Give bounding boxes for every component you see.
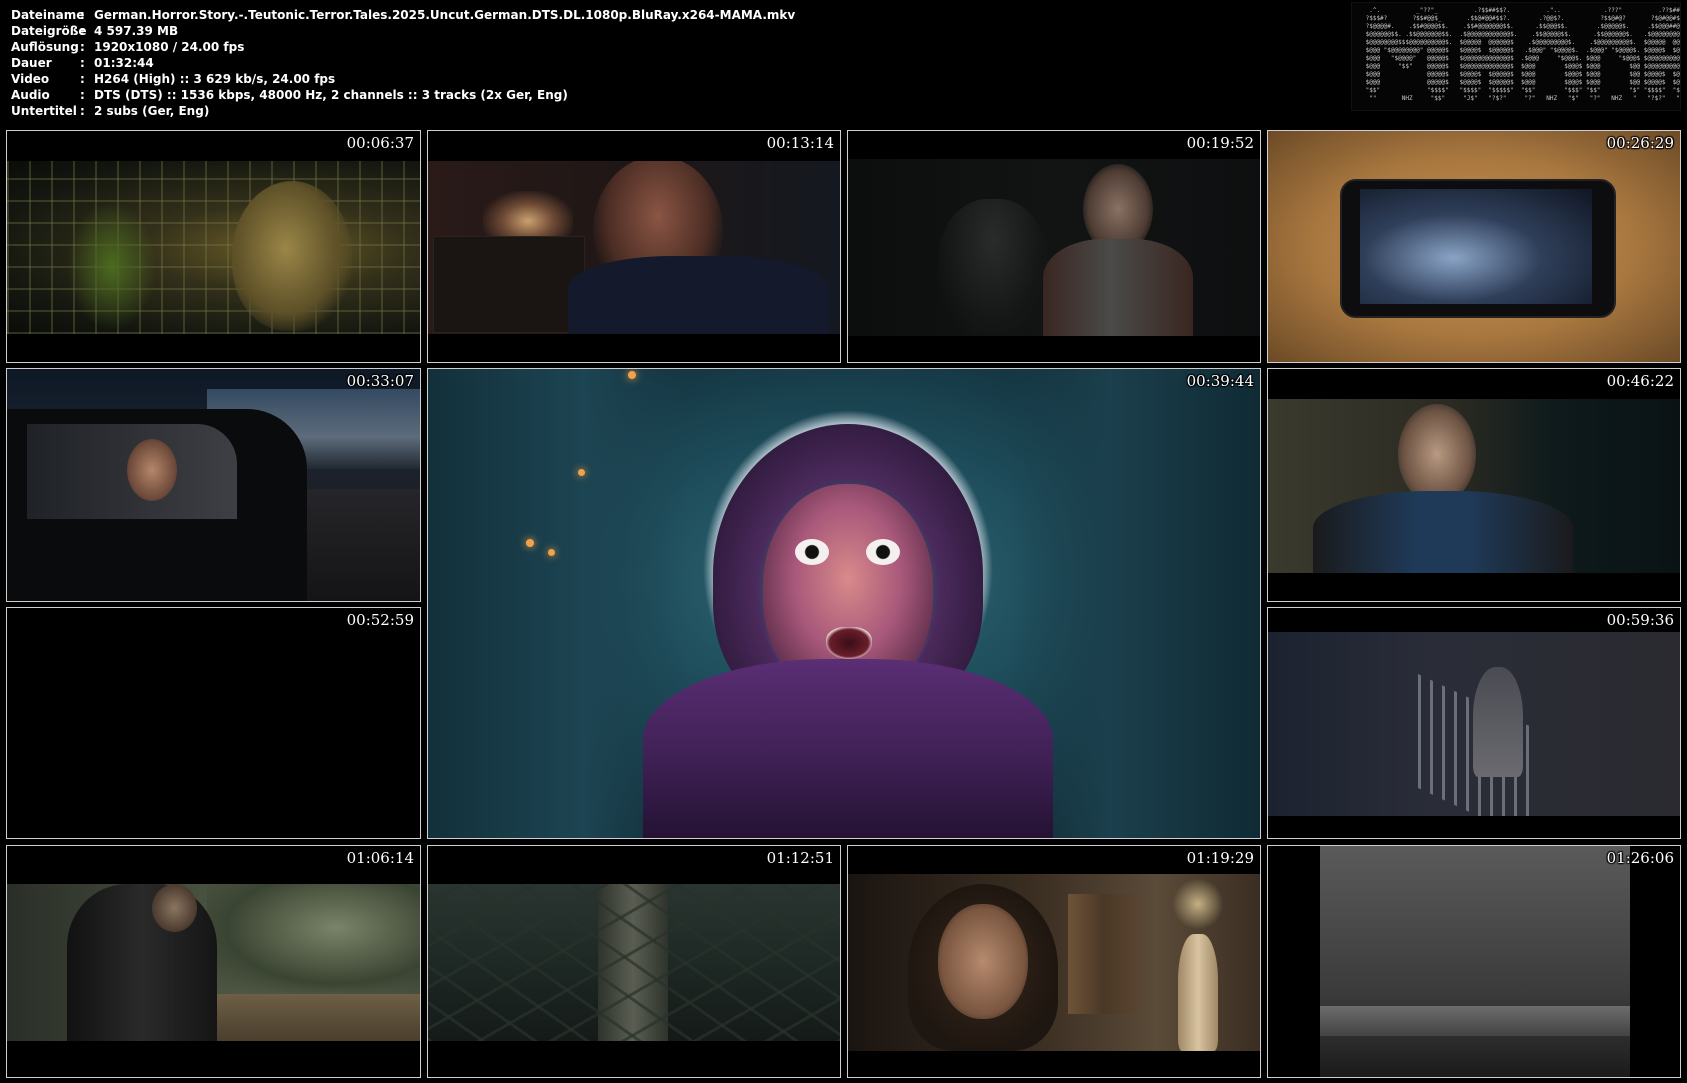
phone-screen (1360, 189, 1592, 304)
thumbnail-2[interactable]: 00:13:14 (427, 130, 841, 363)
video-frame (1268, 131, 1680, 362)
video-frame (428, 161, 840, 334)
eye-right (866, 539, 900, 565)
glow-eye-1 (526, 539, 534, 547)
jacket-purple (643, 659, 1053, 838)
video-frame (7, 608, 420, 838)
video-frame (1268, 399, 1680, 573)
video-frame (428, 884, 840, 1041)
video-frame (848, 874, 1260, 1051)
thumbnail-timestamp: 00:39:44 (1186, 372, 1254, 390)
thumbnail-7[interactable]: 00:46:22 (1267, 368, 1681, 602)
beach (1320, 1036, 1630, 1077)
video-frame (1320, 846, 1630, 1077)
thumbnail-timestamp: 00:46:22 (1606, 372, 1674, 390)
glow-eye-3 (578, 469, 585, 476)
man-jacket (1313, 491, 1573, 573)
thumbnail-5[interactable]: 00:33:07 (6, 368, 421, 602)
video-frame (7, 884, 420, 1041)
thumbnail-timestamp: 00:33:07 (346, 372, 414, 390)
man-head (152, 884, 197, 932)
hand-left (67, 201, 157, 331)
woman-face (938, 904, 1028, 1019)
thumbnail-6[interactable]: 00:39:44 (427, 368, 1261, 839)
glow-eye-4 (628, 371, 636, 379)
branches (428, 884, 840, 1041)
eye-left (795, 539, 829, 565)
thumbnail-grid: 00:06:37 00:13:14 00:19:52 00:26:29 00:3… (0, 0, 1687, 1083)
thumbnail-timestamp: 00:13:14 (766, 134, 834, 152)
thumbnail-4[interactable]: 00:26:29 (1267, 130, 1681, 363)
video-frame (1268, 632, 1680, 816)
mouth (826, 627, 872, 659)
light-sparkles (1168, 874, 1228, 934)
sea-waves (1320, 1006, 1630, 1036)
thumbnail-9[interactable]: 00:59:36 (1267, 607, 1681, 839)
jacket (568, 256, 828, 334)
thumbnail-timestamp: 00:52:59 (346, 611, 414, 629)
child-face (232, 181, 352, 331)
shelf-books (1068, 894, 1138, 1014)
thumbnail-3[interactable]: 00:19:52 (847, 130, 1261, 363)
video-frame (7, 161, 420, 334)
video-frame (428, 369, 1260, 838)
thumbnail-timestamp: 00:06:37 (346, 134, 414, 152)
thumbnail-timestamp: 00:26:29 (1606, 134, 1674, 152)
man-head (1398, 404, 1476, 504)
thumbnail-11[interactable]: 01:12:51 (427, 845, 841, 1078)
thumbnail-timestamp: 00:19:52 (1186, 134, 1254, 152)
monitor (433, 236, 585, 333)
vase (1178, 934, 1218, 1051)
video-frame (848, 159, 1260, 336)
thumbnail-timestamp: 00:59:36 (1606, 611, 1674, 629)
thumbnail-timestamp: 01:19:29 (1186, 849, 1254, 867)
man-jacket (1043, 239, 1193, 336)
figure (1473, 667, 1523, 777)
video-frame (7, 369, 420, 601)
glow-eye-2 (548, 549, 555, 556)
thumbnail-8[interactable]: 00:52:59 (6, 607, 421, 839)
thumbnail-13[interactable]: 01:26:06 (1267, 845, 1681, 1078)
thumbnail-timestamp: 01:12:51 (766, 849, 834, 867)
thumbnail-12[interactable]: 01:19:29 (847, 845, 1261, 1078)
thumbnail-1[interactable]: 00:06:37 (6, 130, 421, 363)
driver-face (127, 439, 177, 501)
figure-back (938, 199, 1048, 336)
ground (187, 994, 420, 1041)
thumbnail-timestamp: 01:26:06 (1606, 849, 1674, 867)
trees (207, 884, 420, 994)
thumbnail-timestamp: 01:06:14 (346, 849, 414, 867)
thumbnail-10[interactable]: 01:06:14 (6, 845, 421, 1078)
